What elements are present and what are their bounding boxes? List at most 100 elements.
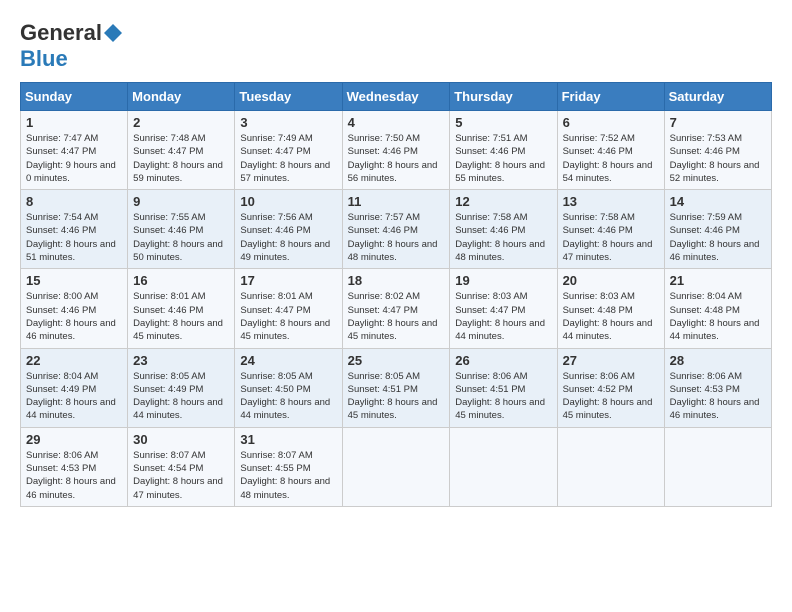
- calendar-cell: [342, 427, 450, 506]
- calendar-cell: 25 Sunrise: 8:05 AMSunset: 4:51 PMDaylig…: [342, 348, 450, 427]
- day-info: Sunrise: 7:51 AMSunset: 4:46 PMDaylight:…: [455, 132, 551, 185]
- calendar-week-4: 22 Sunrise: 8:04 AMSunset: 4:49 PMDaylig…: [21, 348, 772, 427]
- page-header: General Blue: [20, 20, 772, 72]
- day-info: Sunrise: 7:47 AMSunset: 4:47 PMDaylight:…: [26, 132, 122, 185]
- day-number: 7: [670, 115, 766, 130]
- day-info: Sunrise: 8:03 AMSunset: 4:48 PMDaylight:…: [563, 290, 659, 343]
- day-number: 6: [563, 115, 659, 130]
- day-info: Sunrise: 8:00 AMSunset: 4:46 PMDaylight:…: [26, 290, 122, 343]
- day-info: Sunrise: 8:02 AMSunset: 4:47 PMDaylight:…: [348, 290, 445, 343]
- day-info: Sunrise: 8:06 AMSunset: 4:53 PMDaylight:…: [670, 370, 766, 423]
- day-number: 14: [670, 194, 766, 209]
- day-info: Sunrise: 8:07 AMSunset: 4:55 PMDaylight:…: [240, 449, 336, 502]
- day-info: Sunrise: 8:01 AMSunset: 4:46 PMDaylight:…: [133, 290, 229, 343]
- calendar-cell: 14 Sunrise: 7:59 AMSunset: 4:46 PMDaylig…: [664, 190, 771, 269]
- calendar-week-3: 15 Sunrise: 8:00 AMSunset: 4:46 PMDaylig…: [21, 269, 772, 348]
- day-number: 10: [240, 194, 336, 209]
- day-number: 17: [240, 273, 336, 288]
- calendar-cell: 2 Sunrise: 7:48 AMSunset: 4:47 PMDayligh…: [128, 111, 235, 190]
- day-info: Sunrise: 8:04 AMSunset: 4:49 PMDaylight:…: [26, 370, 122, 423]
- calendar-header-row: SundayMondayTuesdayWednesdayThursdayFrid…: [21, 83, 772, 111]
- calendar-cell: [557, 427, 664, 506]
- day-info: Sunrise: 7:59 AMSunset: 4:46 PMDaylight:…: [670, 211, 766, 264]
- day-info: Sunrise: 7:55 AMSunset: 4:46 PMDaylight:…: [133, 211, 229, 264]
- header-wednesday: Wednesday: [342, 83, 450, 111]
- day-number: 24: [240, 353, 336, 368]
- calendar-week-5: 29 Sunrise: 8:06 AMSunset: 4:53 PMDaylig…: [21, 427, 772, 506]
- day-info: Sunrise: 8:05 AMSunset: 4:50 PMDaylight:…: [240, 370, 336, 423]
- day-number: 31: [240, 432, 336, 447]
- day-number: 3: [240, 115, 336, 130]
- day-number: 29: [26, 432, 122, 447]
- day-number: 27: [563, 353, 659, 368]
- calendar-cell: 20 Sunrise: 8:03 AMSunset: 4:48 PMDaylig…: [557, 269, 664, 348]
- calendar-cell: 15 Sunrise: 8:00 AMSunset: 4:46 PMDaylig…: [21, 269, 128, 348]
- calendar-table: SundayMondayTuesdayWednesdayThursdayFrid…: [20, 82, 772, 507]
- day-number: 19: [455, 273, 551, 288]
- day-info: Sunrise: 8:04 AMSunset: 4:48 PMDaylight:…: [670, 290, 766, 343]
- header-saturday: Saturday: [664, 83, 771, 111]
- day-info: Sunrise: 8:06 AMSunset: 4:51 PMDaylight:…: [455, 370, 551, 423]
- calendar-cell: 31 Sunrise: 8:07 AMSunset: 4:55 PMDaylig…: [235, 427, 342, 506]
- header-sunday: Sunday: [21, 83, 128, 111]
- day-info: Sunrise: 7:48 AMSunset: 4:47 PMDaylight:…: [133, 132, 229, 185]
- calendar-cell: 29 Sunrise: 8:06 AMSunset: 4:53 PMDaylig…: [21, 427, 128, 506]
- calendar-cell: 9 Sunrise: 7:55 AMSunset: 4:46 PMDayligh…: [128, 190, 235, 269]
- calendar-cell: 22 Sunrise: 8:04 AMSunset: 4:49 PMDaylig…: [21, 348, 128, 427]
- day-info: Sunrise: 7:56 AMSunset: 4:46 PMDaylight:…: [240, 211, 336, 264]
- day-info: Sunrise: 7:52 AMSunset: 4:46 PMDaylight:…: [563, 132, 659, 185]
- calendar-cell: 6 Sunrise: 7:52 AMSunset: 4:46 PMDayligh…: [557, 111, 664, 190]
- day-number: 11: [348, 194, 445, 209]
- calendar-cell: 18 Sunrise: 8:02 AMSunset: 4:47 PMDaylig…: [342, 269, 450, 348]
- calendar-cell: 27 Sunrise: 8:06 AMSunset: 4:52 PMDaylig…: [557, 348, 664, 427]
- day-info: Sunrise: 8:06 AMSunset: 4:52 PMDaylight:…: [563, 370, 659, 423]
- day-number: 2: [133, 115, 229, 130]
- calendar-cell: 26 Sunrise: 8:06 AMSunset: 4:51 PMDaylig…: [450, 348, 557, 427]
- day-number: 12: [455, 194, 551, 209]
- day-info: Sunrise: 8:05 AMSunset: 4:51 PMDaylight:…: [348, 370, 445, 423]
- calendar-cell: 5 Sunrise: 7:51 AMSunset: 4:46 PMDayligh…: [450, 111, 557, 190]
- calendar-cell: [664, 427, 771, 506]
- day-info: Sunrise: 8:07 AMSunset: 4:54 PMDaylight:…: [133, 449, 229, 502]
- logo: General Blue: [20, 20, 122, 72]
- calendar-cell: 4 Sunrise: 7:50 AMSunset: 4:46 PMDayligh…: [342, 111, 450, 190]
- calendar-cell: 21 Sunrise: 8:04 AMSunset: 4:48 PMDaylig…: [664, 269, 771, 348]
- header-thursday: Thursday: [450, 83, 557, 111]
- day-number: 18: [348, 273, 445, 288]
- day-info: Sunrise: 8:01 AMSunset: 4:47 PMDaylight:…: [240, 290, 336, 343]
- day-info: Sunrise: 7:58 AMSunset: 4:46 PMDaylight:…: [455, 211, 551, 264]
- day-number: 15: [26, 273, 122, 288]
- day-number: 28: [670, 353, 766, 368]
- calendar-cell: 10 Sunrise: 7:56 AMSunset: 4:46 PMDaylig…: [235, 190, 342, 269]
- day-number: 22: [26, 353, 122, 368]
- day-number: 9: [133, 194, 229, 209]
- day-info: Sunrise: 7:58 AMSunset: 4:46 PMDaylight:…: [563, 211, 659, 264]
- calendar-cell: 7 Sunrise: 7:53 AMSunset: 4:46 PMDayligh…: [664, 111, 771, 190]
- day-info: Sunrise: 7:57 AMSunset: 4:46 PMDaylight:…: [348, 211, 445, 264]
- calendar-week-1: 1 Sunrise: 7:47 AMSunset: 4:47 PMDayligh…: [21, 111, 772, 190]
- day-number: 30: [133, 432, 229, 447]
- calendar-cell: 17 Sunrise: 8:01 AMSunset: 4:47 PMDaylig…: [235, 269, 342, 348]
- calendar-cell: 23 Sunrise: 8:05 AMSunset: 4:49 PMDaylig…: [128, 348, 235, 427]
- calendar-cell: 11 Sunrise: 7:57 AMSunset: 4:46 PMDaylig…: [342, 190, 450, 269]
- header-friday: Friday: [557, 83, 664, 111]
- day-number: 23: [133, 353, 229, 368]
- day-info: Sunrise: 7:50 AMSunset: 4:46 PMDaylight:…: [348, 132, 445, 185]
- calendar-cell: 8 Sunrise: 7:54 AMSunset: 4:46 PMDayligh…: [21, 190, 128, 269]
- calendar-cell: 28 Sunrise: 8:06 AMSunset: 4:53 PMDaylig…: [664, 348, 771, 427]
- day-number: 13: [563, 194, 659, 209]
- day-number: 26: [455, 353, 551, 368]
- day-number: 25: [348, 353, 445, 368]
- day-number: 16: [133, 273, 229, 288]
- calendar-cell: 16 Sunrise: 8:01 AMSunset: 4:46 PMDaylig…: [128, 269, 235, 348]
- day-info: Sunrise: 8:06 AMSunset: 4:53 PMDaylight:…: [26, 449, 122, 502]
- logo-general-text: General: [20, 20, 102, 46]
- day-number: 8: [26, 194, 122, 209]
- header-tuesday: Tuesday: [235, 83, 342, 111]
- day-number: 21: [670, 273, 766, 288]
- day-info: Sunrise: 7:54 AMSunset: 4:46 PMDaylight:…: [26, 211, 122, 264]
- calendar-cell: 1 Sunrise: 7:47 AMSunset: 4:47 PMDayligh…: [21, 111, 128, 190]
- day-number: 20: [563, 273, 659, 288]
- day-number: 5: [455, 115, 551, 130]
- calendar-cell: [450, 427, 557, 506]
